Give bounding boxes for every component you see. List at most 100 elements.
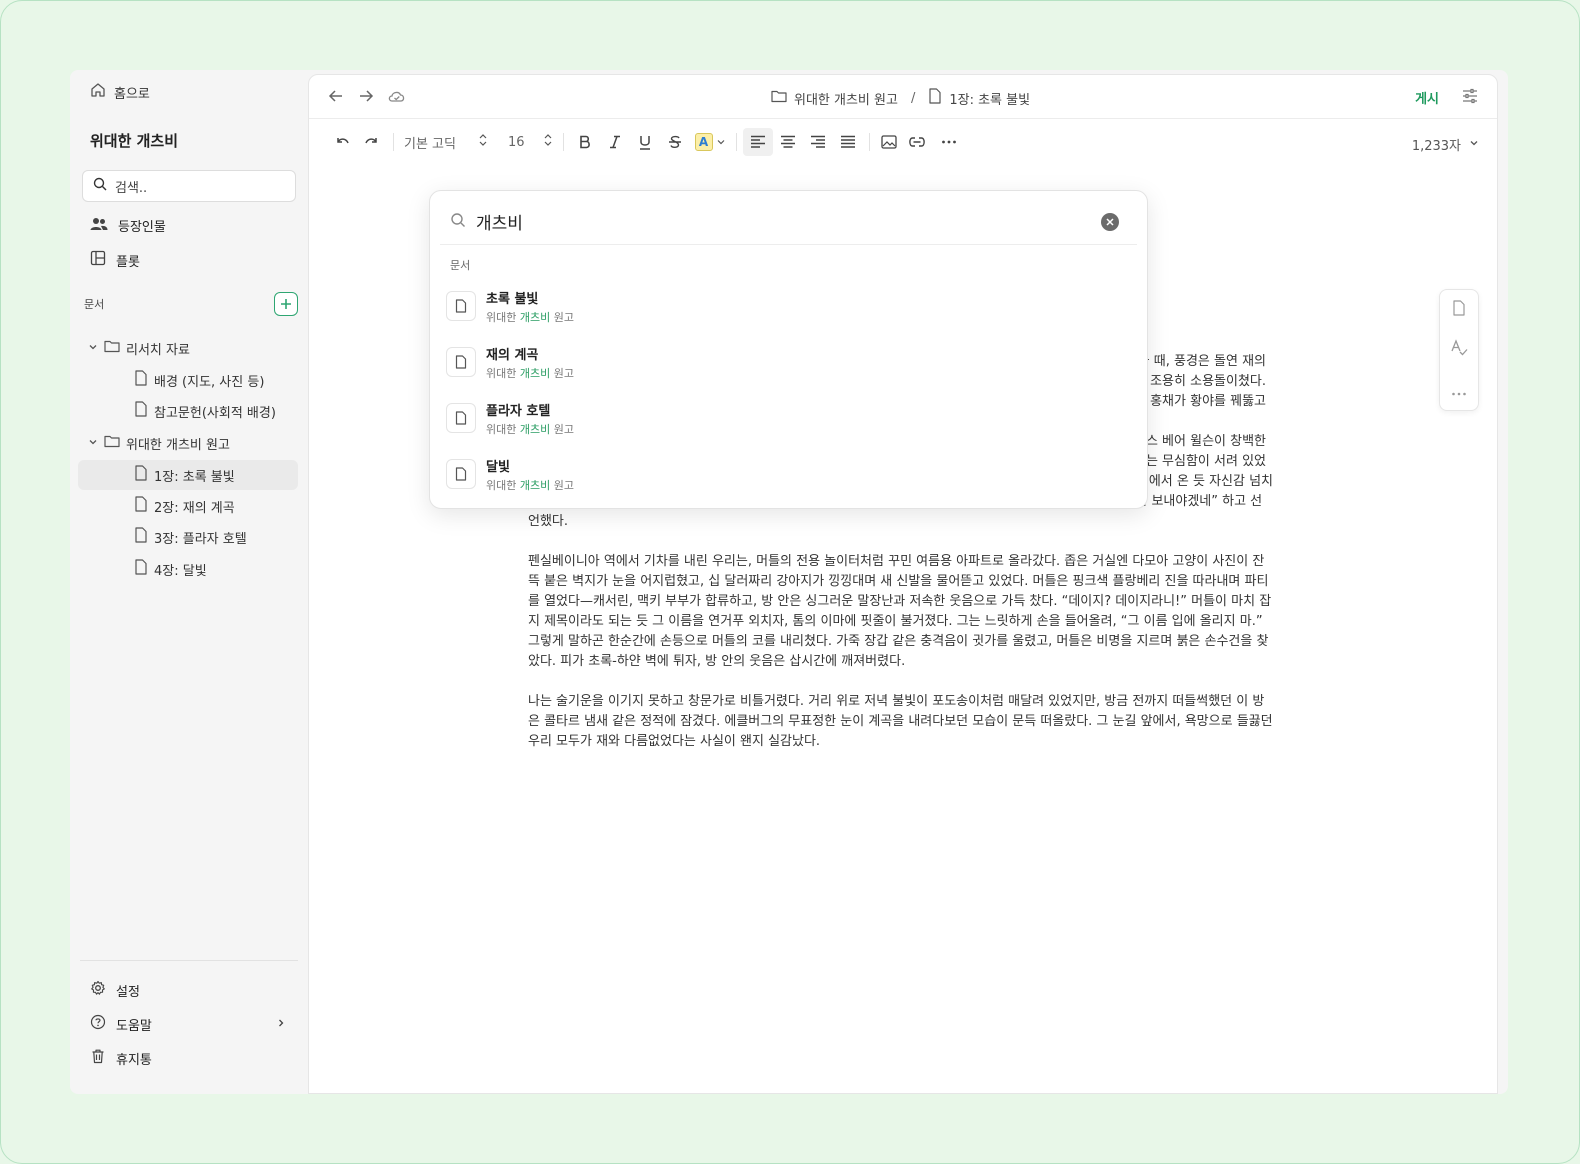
search-popup: 개츠비 문서 초록 불빛 위대한 개츠비 원고 재의 계곡 위대한 개츠비 원고… [429, 190, 1148, 509]
word-count-dropdown[interactable]: 1,233자 [1412, 135, 1479, 154]
search-icon [93, 177, 107, 195]
sidebar-item-plot[interactable]: 플롯 [90, 250, 140, 270]
breadcrumb-folder[interactable]: 위대한 개츠비 원고 [794, 89, 898, 108]
sidebar-item-characters[interactable]: 등장인물 [90, 216, 166, 235]
result-title: 재의 계곡 [486, 347, 539, 363]
file-icon [134, 559, 148, 579]
result-path: 위대한 개츠비 원고 [486, 421, 574, 437]
settings-link[interactable]: 설정 [90, 980, 286, 1000]
file-icon [134, 370, 148, 390]
search-result-item[interactable]: 달빛 위대한 개츠비 원고 [446, 451, 1126, 497]
more-horizontal-icon[interactable] [1451, 381, 1467, 400]
popup-search-field[interactable]: 개츠비 [440, 199, 1137, 245]
align-center-icon[interactable] [773, 128, 803, 156]
tree-file-background[interactable]: 배경 (지도, 사진 등) [78, 365, 298, 395]
align-right-icon[interactable] [803, 128, 833, 156]
search-result-item[interactable]: 재의 계곡 위대한 개츠비 원고 [446, 339, 1126, 385]
font-size-select[interactable]: 16 [504, 133, 557, 151]
tree-file-chapter-3[interactable]: 3장: 플라자 호텔 [78, 522, 298, 552]
result-path-prefix: 위대한 [486, 478, 520, 492]
image-icon[interactable] [876, 128, 902, 156]
sliders-icon[interactable] [1461, 87, 1479, 109]
app-window: 홈으로 위대한 개츠비 검색.. 등장인물 플롯 문서 리서치 자료 배경 (지… [70, 70, 1508, 1094]
home-link[interactable]: 홈으로 [90, 82, 150, 102]
tree-folder-research[interactable]: 리서치 자료 [78, 333, 298, 363]
chevron-down-icon [717, 135, 725, 150]
tree-item-label: 위대한 개츠비 원고 [126, 437, 230, 453]
docs-section-header: 문서 [84, 292, 298, 316]
add-document-button[interactable] [274, 292, 298, 316]
project-title: 위대한 개츠비 [90, 132, 179, 150]
redo-icon[interactable] [357, 128, 387, 156]
back-arrow-icon[interactable] [327, 87, 345, 109]
publish-button[interactable]: 게시 [1415, 88, 1439, 107]
spellcheck-icon[interactable] [1450, 339, 1468, 361]
sidebar-item-label: 플롯 [116, 254, 140, 270]
trash-icon [90, 1048, 106, 1068]
help-link[interactable]: 도움말 [90, 1014, 286, 1034]
search-result-item[interactable]: 초록 불빛 위대한 개츠비 원고 [446, 283, 1126, 329]
sidebar: 홈으로 위대한 개츠비 검색.. 등장인물 플롯 문서 리서치 자료 배경 (지… [70, 70, 308, 1094]
toolbar-divider [393, 133, 394, 151]
chevron-right-icon [276, 1017, 286, 1032]
link-icon[interactable] [902, 128, 932, 156]
tree-folder-manuscript[interactable]: 위대한 개츠비 원고 [78, 428, 298, 458]
undo-icon[interactable] [327, 128, 357, 156]
font-family-select[interactable]: 기본 고딕 [400, 133, 492, 152]
sidebar-search-input[interactable]: 검색.. [82, 170, 296, 202]
folder-icon [771, 89, 787, 107]
font-family-value: 기본 고딕 [404, 136, 456, 152]
tree-item-label: 리서치 자료 [126, 342, 190, 358]
tree-file-chapter-4[interactable]: 4장: 달빛 [78, 554, 298, 584]
body-paragraph: 펜실베이니아 역에서 기차를 내린 우리는, 머틀의 전용 놀이터처럼 꾸민 여… [528, 554, 1272, 669]
strikethrough-icon[interactable] [660, 128, 690, 156]
toolbar-divider [562, 133, 564, 151]
footer-label: 설정 [116, 984, 140, 1000]
top-bar: 위대한 개츠비 원고 / 1장: 초록 불빛 게시 [309, 75, 1497, 119]
document-icon[interactable] [1452, 300, 1466, 320]
tree-item-label: 참고문헌(사회적 배경) [154, 405, 276, 421]
file-icon [134, 496, 148, 516]
results-section-label: 문서 [450, 259, 471, 272]
tree-file-chapter-1[interactable]: 1장: 초록 불빛 [78, 460, 298, 490]
underline-icon[interactable] [630, 128, 660, 156]
word-count-value: 1,233자 [1411, 139, 1461, 154]
result-path: 위대한 개츠비 원고 [486, 309, 574, 325]
layout-icon [90, 250, 106, 270]
result-path-prefix: 위대한 [486, 366, 520, 380]
sidebar-item-label: 등장인물 [118, 220, 166, 235]
trash-link[interactable]: 휴지통 [90, 1048, 286, 1068]
bold-icon[interactable] [570, 128, 600, 156]
body-line: 을 때, 풍경은 돌연 재의 [1137, 354, 1266, 369]
home-icon [90, 82, 106, 102]
highlight-color-button[interactable]: A [690, 128, 730, 156]
folder-icon [104, 434, 120, 452]
format-toolbar: 기본 고딕 16 A [327, 128, 966, 156]
chevron-down-icon [1469, 137, 1479, 152]
people-icon [90, 217, 108, 235]
folder-icon [104, 339, 120, 357]
file-icon [134, 465, 148, 485]
clear-search-button[interactable] [1101, 213, 1119, 231]
file-icon [134, 527, 148, 547]
toolbar-divider [868, 133, 870, 151]
result-path-match: 개츠비 [519, 366, 551, 380]
align-left-icon[interactable] [742, 128, 773, 156]
forward-arrow-icon[interactable] [357, 87, 375, 109]
align-justify-icon[interactable] [833, 128, 863, 156]
italic-icon[interactable] [600, 128, 630, 156]
tree-file-references[interactable]: 참고문헌(사회적 배경) [78, 396, 298, 426]
result-path-suffix: 원고 [550, 478, 574, 492]
chevron-down-icon [88, 341, 98, 356]
breadcrumb-separator: / [910, 90, 916, 106]
footer-label: 휴지통 [116, 1052, 152, 1068]
more-horizontal-icon[interactable] [932, 128, 966, 156]
floating-tools [1439, 289, 1479, 411]
highlight-letter: A [694, 133, 713, 151]
tree-item-label: 4장: 달빛 [154, 563, 207, 579]
breadcrumb-document[interactable]: 1장: 초록 불빛 [949, 89, 1030, 108]
body-paragraph: 나는 술기운을 이기지 못하고 창문가로 비틀거렸다. 거리 위로 저녁 불빛이… [528, 694, 1273, 749]
search-result-item[interactable]: 플라자 호텔 위대한 개츠비 원고 [446, 395, 1126, 441]
breadcrumb: 위대한 개츠비 원고 / 1장: 초록 불빛 [771, 88, 1030, 108]
tree-file-chapter-2[interactable]: 2장: 재의 계곡 [78, 491, 298, 521]
